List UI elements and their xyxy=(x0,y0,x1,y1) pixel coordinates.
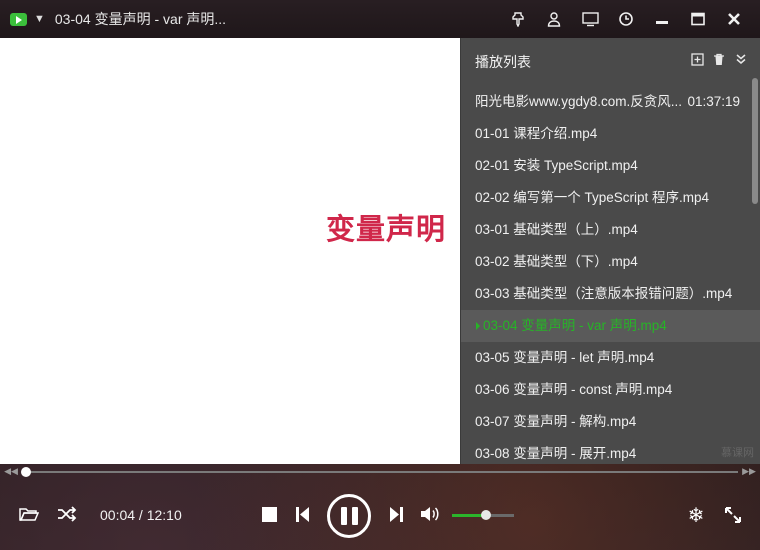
playlist-item-label: 03-08 变量声明 - 展开.mp4 xyxy=(475,446,637,461)
seek-back-icon[interactable]: ◀◀ xyxy=(2,466,20,477)
previous-icon[interactable] xyxy=(294,506,310,522)
video-slide-caption: 变量声明 xyxy=(325,212,446,246)
watermark-logo: 慕课网 xyxy=(721,447,754,459)
seek-bar[interactable] xyxy=(20,467,738,477)
playlist-item-label: 02-02 编写第一个 TypeScript 程序.mp4 xyxy=(475,190,710,205)
seek-forward-icon[interactable]: ▶▶ xyxy=(740,466,758,477)
user-icon[interactable] xyxy=(536,0,572,38)
minimize-icon[interactable] xyxy=(644,0,680,38)
playlist-item[interactable]: 03-03 基础类型（注意版本报错问题）.mp4 xyxy=(461,278,760,310)
volume-handle[interactable] xyxy=(481,510,492,520)
playlist-panel: 播放列表 阳光电影www.ygdy8.com.反贪风... 01:37:19 01-… xyxy=(460,38,760,464)
playlist-item-label: 03-03 基础类型（注意版本报错问题）.mp4 xyxy=(475,286,733,301)
seek-row: ◀◀ ▶▶ xyxy=(0,464,760,480)
open-folder-icon[interactable] xyxy=(18,504,40,524)
seek-handle[interactable] xyxy=(20,467,31,477)
playlist-item-duration: 01:37:19 xyxy=(687,94,740,109)
playlist-item[interactable]: 02-01 安装 TypeScript.mp4 xyxy=(461,150,760,182)
pause-button[interactable] xyxy=(327,494,371,538)
playlist-item-label: 01-01 课程介绍.mp4 xyxy=(475,126,598,141)
close-icon[interactable] xyxy=(716,0,752,38)
playlist-item[interactable]: 02-02 编写第一个 TypeScript 程序.mp4 xyxy=(461,182,760,214)
chevron-down-icon[interactable]: ▼ xyxy=(34,13,45,25)
clock-icon[interactable] xyxy=(608,0,644,38)
playlist-item-label: 03-01 基础类型（上）.mp4 xyxy=(475,222,638,237)
maximize-icon[interactable] xyxy=(680,0,716,38)
playlist-header: 播放列表 xyxy=(461,38,760,86)
playlist-scrollbar[interactable] xyxy=(752,78,758,204)
pause-icon xyxy=(340,507,358,525)
playlist-item[interactable]: 01-01 课程介绍.mp4 xyxy=(461,118,760,150)
playlist-item[interactable]: 03-04 变量声明 - var 声明.mp4 xyxy=(461,310,760,342)
add-icon[interactable] xyxy=(690,52,704,66)
trash-icon[interactable] xyxy=(712,52,726,66)
fullscreen-icon[interactable] xyxy=(723,505,743,525)
next-icon[interactable] xyxy=(388,506,404,522)
monitor-icon[interactable] xyxy=(572,0,608,38)
playlist-title: 播放列表 xyxy=(475,54,531,70)
playlist-items: 阳光电影www.ygdy8.com.反贪风... 01:37:19 01-01 课程… xyxy=(461,86,760,470)
snowflake-icon[interactable]: ❄ xyxy=(685,504,707,527)
stop-icon[interactable] xyxy=(261,506,277,522)
playlist-item[interactable]: 03-02 基础类型（下）.mp4 xyxy=(461,246,760,278)
shuffle-icon[interactable] xyxy=(56,504,78,524)
time-display: 00:04 / 12:10 xyxy=(100,507,182,523)
playlist-item-label: 03-04 变量声明 - var 声明.mp4 xyxy=(483,318,667,333)
playlist-item-label: 02-01 安装 TypeScript.mp4 xyxy=(475,158,638,173)
volume-icon[interactable] xyxy=(419,505,441,523)
playlist-item-label: 03-05 变量声明 - let 声明.mp4 xyxy=(475,350,655,365)
playlist-item[interactable]: 03-05 变量声明 - let 声明.mp4 xyxy=(461,342,760,374)
pin-icon[interactable] xyxy=(500,0,536,38)
playlist-item[interactable]: 03-01 基础类型（上）.mp4 xyxy=(461,214,760,246)
window-title: 03-04 变量声明 - var 声明... xyxy=(54,11,227,27)
control-bar: 00:04 / 12:10 ❄ xyxy=(0,480,760,550)
playlist-item[interactable]: 阳光电影www.ygdy8.com.反贪风... 01:37:19 xyxy=(461,86,760,118)
playlist-item-label: 03-02 基础类型（下）.mp4 xyxy=(475,254,638,269)
playlist-item[interactable]: 03-06 变量声明 - const 声明.mp4 xyxy=(461,374,760,406)
playlist-item-label: 03-07 变量声明 - 解构.mp4 xyxy=(475,414,637,429)
app-logo-icon[interactable] xyxy=(10,12,27,26)
collapse-icon[interactable] xyxy=(734,52,748,66)
title-bar: ▼ 03-04 变量声明 - var 声明... xyxy=(0,0,760,38)
volume-slider[interactable] xyxy=(452,510,514,520)
playlist-item[interactable]: 03-07 变量声明 - 解构.mp4 xyxy=(461,406,760,438)
playlist-item-label: 阳光电影www.ygdy8.com.反贪风... xyxy=(475,94,683,109)
video-frame[interactable]: 变量声明 xyxy=(0,38,460,464)
playlist-item-label: 03-06 变量声明 - const 声明.mp4 xyxy=(475,382,673,397)
